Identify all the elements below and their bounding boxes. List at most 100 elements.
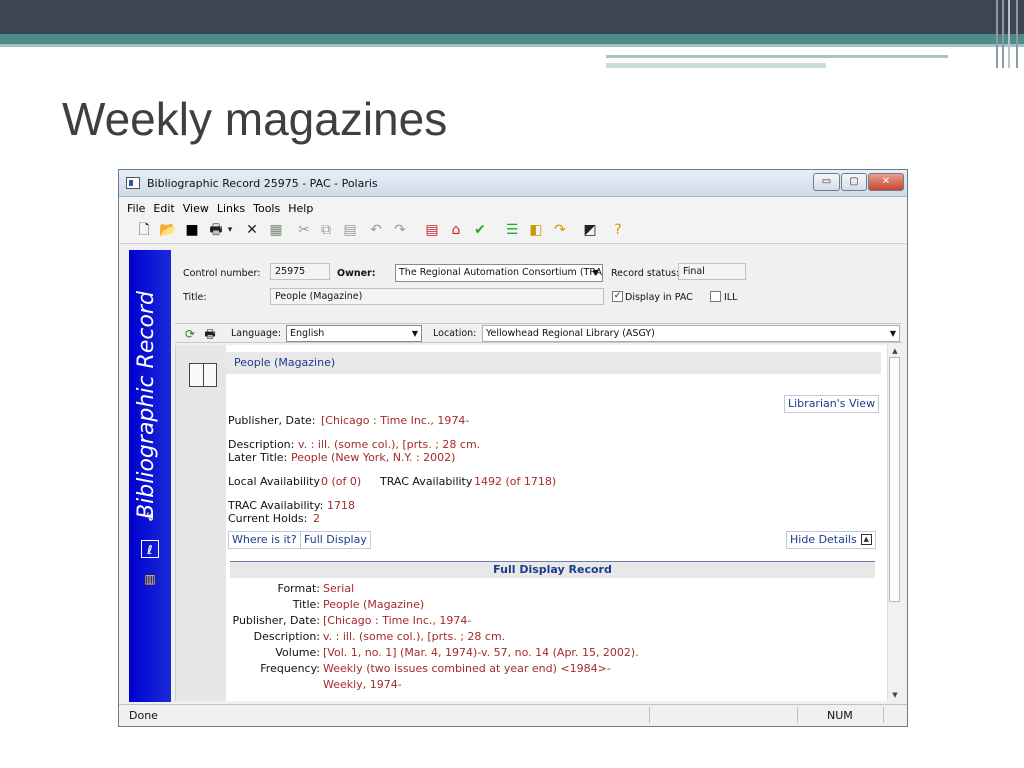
check-icon[interactable]: ✔: [471, 221, 489, 239]
where-is-it-button[interactable]: Where is it?: [228, 531, 301, 549]
record-status-field[interactable]: Final: [678, 263, 746, 280]
fdr-value-description: v. : ill. (some col.), [prts. ; 28 cm.: [323, 630, 506, 643]
full-display-button[interactable]: Full Display: [300, 531, 371, 549]
slide-title: Weekly magazines: [62, 93, 448, 145]
trac-availability-total-label: TRAC Availability:: [228, 499, 324, 512]
marc-icon[interactable]: ▤: [423, 221, 441, 239]
publisher-label: Publisher, Date:: [228, 414, 316, 427]
open-icon[interactable]: 📂: [159, 221, 177, 239]
display-in-pac-label: Display in PAC: [625, 292, 693, 303]
fdr-value-frequency: Weekly (two issues combined at year end)…: [323, 662, 611, 675]
vertical-scrollbar[interactable]: ▲ ▼: [887, 345, 901, 701]
slide: Weekly magazines Bibliographic Record 25…: [0, 0, 1024, 768]
window-titlebar: Bibliographic Record 25975 - PAC - Polar…: [119, 170, 907, 197]
record-status-label: Record status:: [611, 268, 680, 279]
decorative-bar: [1016, 0, 1018, 68]
language-location-bar: ⟳ 🖶 Language: English ▼ Location: Yellowh…: [175, 323, 902, 343]
control-number-field[interactable]: 25975: [270, 263, 330, 280]
redo-icon[interactable]: ↷: [391, 221, 409, 239]
sidebar-link-icon[interactable]: ℓ: [141, 540, 159, 558]
delete-icon[interactable]: ✕: [243, 221, 261, 239]
description-value: v. : ill. (some col.), [prts. ; 28 cm.: [298, 438, 481, 451]
copy-icon[interactable]: ⧉: [317, 221, 335, 239]
fdr-label-volume: Volume:: [275, 646, 320, 659]
refresh-icon[interactable]: ⟳: [181, 325, 199, 343]
scroll-down-icon[interactable]: ▼: [888, 689, 902, 701]
trac-availability-total-value: 1718: [327, 499, 355, 512]
decorative-line: [606, 63, 826, 68]
status-divider: [649, 707, 650, 723]
current-holds-value: 2: [313, 512, 320, 525]
ill-label: ILL: [724, 292, 738, 303]
owner-value: The Regional Automation Consortium (TRAC…: [399, 267, 603, 278]
fdr-label-publisher: Publisher, Date:: [232, 614, 321, 627]
chevron-down-icon: ▼: [889, 329, 896, 338]
trac-availability-value: 1492 (of 1718): [474, 475, 557, 488]
scrollbar-thumb[interactable]: [889, 357, 900, 602]
location-select[interactable]: Yellowhead Regional Library (ASGY) ▼: [482, 325, 900, 342]
sidebar-activity-icon[interactable]: ↯: [141, 508, 159, 526]
language-value: English: [290, 328, 325, 339]
fdr-label-description: Description:: [253, 630, 320, 643]
local-availability-label: Local Availability: [228, 475, 320, 488]
item-icon[interactable]: ◧: [527, 221, 545, 239]
print-icon[interactable]: 🖶: [201, 325, 219, 343]
sidebar-label: Bibliographic Record: [134, 291, 159, 519]
status-bar: Done NUM: [119, 704, 907, 726]
record-heading[interactable]: People (Magazine): [234, 356, 335, 369]
location-label: Location:: [433, 328, 477, 339]
ill-checkbox[interactable]: [710, 291, 721, 302]
decorative-bar: [996, 0, 998, 68]
toolbar: 🗋 📂 ■ 🖶 ▾ ✕ ▦ ✂ ⧉ ▤ ↶ ↷ ▤ ⌂ ✔ ☰ ◧ ↷ ◩ ?: [119, 216, 907, 244]
chevron-down-icon: ▼: [592, 268, 599, 277]
cut-icon[interactable]: ✂: [295, 221, 313, 239]
list-icon[interactable]: ☰: [503, 221, 521, 239]
decorative-bar: [1002, 0, 1004, 68]
maximize-button[interactable]: ▢: [841, 173, 867, 191]
help-icon[interactable]: ?: [609, 221, 627, 239]
book-icon: [189, 363, 217, 387]
later-title-value[interactable]: People (New York, N.Y. : 2002): [291, 451, 455, 464]
slide-accent-band: [0, 34, 1024, 44]
publisher-value: [Chicago : Time Inc., 1974-: [321, 414, 470, 427]
later-title-label: Later Title:: [228, 451, 288, 464]
new-icon[interactable]: 🗋: [135, 221, 153, 239]
slide-header-band: [0, 0, 1024, 34]
owner-select[interactable]: The Regional Automation Consortium (TRAC…: [395, 264, 603, 282]
scroll-up-icon[interactable]: ▲: [888, 345, 902, 357]
minimize-button[interactable]: ▭: [813, 173, 840, 191]
librarians-view-button[interactable]: Librarian's View: [784, 395, 880, 413]
status-divider: [883, 707, 884, 723]
status-divider: [797, 707, 798, 723]
slide-accent-line: [0, 44, 1024, 47]
link-icon[interactable]: ↷: [551, 221, 569, 239]
undo-icon[interactable]: ↶: [367, 221, 385, 239]
properties-icon[interactable]: ◩: [581, 221, 599, 239]
location-value: Yellowhead Regional Library (ASGY): [486, 328, 655, 339]
title-field[interactable]: People (Magazine): [270, 288, 604, 305]
sidebar-chart-icon[interactable]: ▥: [141, 570, 159, 588]
num-lock-indicator: NUM: [827, 709, 853, 722]
fdr-value-publisher: [Chicago : Time Inc., 1974-: [323, 614, 472, 627]
record-display-pane: People (Magazine) Librarian's View Publi…: [175, 345, 887, 701]
polaris-window: Bibliographic Record 25975 - PAC - Polar…: [118, 169, 908, 727]
paste-icon[interactable]: ▤: [341, 221, 359, 239]
print-icon[interactable]: 🖶: [207, 221, 225, 239]
sidebar: Bibliographic Record ↯ ℓ ▥: [129, 250, 171, 702]
full-display-heading: Full Display Record: [230, 561, 875, 578]
description-label: Description:: [228, 438, 295, 451]
fdr-value-title: People (Magazine): [323, 598, 425, 611]
dropdown-icon[interactable]: ▾: [225, 221, 235, 239]
display-in-pac-checkbox[interactable]: ✓: [612, 291, 623, 302]
fdr-label-title: Title:: [292, 598, 320, 611]
decorative-line: [606, 55, 948, 58]
bulk-icon[interactable]: ▦: [267, 221, 285, 239]
language-select[interactable]: English ▼: [286, 325, 422, 342]
app-icon: [126, 177, 140, 189]
hide-details-button[interactable]: Hide Details ▲: [786, 531, 876, 549]
current-holds-label: Current Holds:: [228, 512, 308, 525]
record-icon[interactable]: ⌂: [447, 221, 465, 239]
close-button[interactable]: ✕: [868, 173, 904, 191]
record-header-form: Control number: 25975 Owner: The Regiona…: [175, 250, 901, 320]
save-icon[interactable]: ■: [183, 221, 201, 239]
